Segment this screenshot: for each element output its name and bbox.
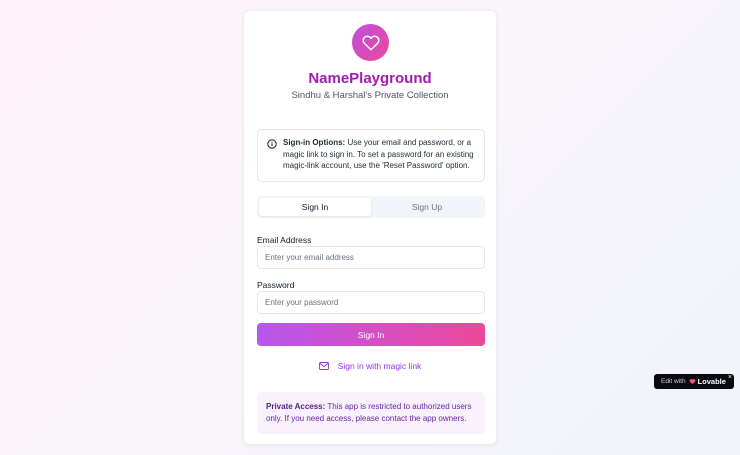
heart-icon — [352, 24, 389, 61]
auth-tabs: Sign In Sign Up — [257, 196, 485, 218]
app-title: NamePlayground — [308, 70, 432, 87]
magic-link-button[interactable]: Sign in with magic link — [244, 361, 496, 371]
email-input[interactable] — [257, 246, 485, 269]
mail-icon — [318, 362, 329, 370]
private-access-notice: Private Access: This app is restricted t… — [257, 392, 485, 434]
password-input[interactable] — [257, 291, 485, 314]
badge-prefix: Edit with — [661, 378, 686, 385]
edit-with-lovable-badge[interactable]: Edit with Lovable × — [654, 374, 734, 389]
sign-in-button[interactable]: Sign In — [257, 323, 485, 346]
magic-link-label: Sign in with magic link — [337, 361, 422, 371]
tab-sign-up[interactable]: Sign Up — [371, 198, 483, 216]
sign-in-options-notice: Sign-in Options: Use your email and pass… — [257, 129, 485, 182]
app-subtitle: Sindhu & Harshal's Private Collection — [291, 90, 449, 101]
password-label: Password — [257, 280, 295, 290]
email-label: Email Address — [257, 235, 312, 245]
badge-brand: Lovable — [697, 377, 726, 386]
tab-sign-in[interactable]: Sign In — [259, 198, 371, 216]
badge-close-icon[interactable]: × — [728, 374, 732, 381]
auth-card: NamePlayground Sindhu & Harshal's Privat… — [243, 10, 497, 445]
info-heading: Sign-in Options: — [283, 138, 346, 147]
private-heading: Private Access: — [266, 402, 326, 411]
lovable-heart-icon — [689, 379, 695, 385]
info-icon — [267, 139, 277, 149]
